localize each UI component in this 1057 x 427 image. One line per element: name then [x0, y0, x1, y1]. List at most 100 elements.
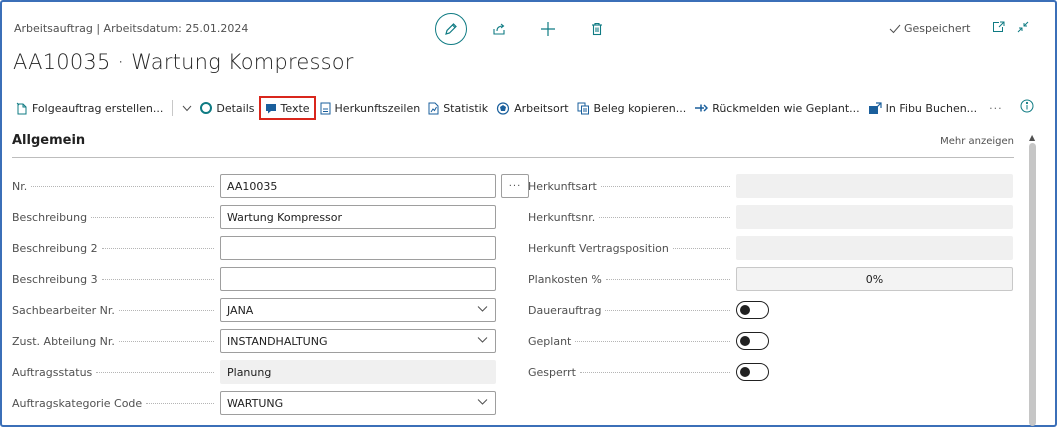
collapse-button[interactable]: [1017, 18, 1029, 37]
field-label: Dauerauftrag: [528, 304, 736, 317]
delete-button[interactable]: [580, 13, 614, 45]
field-row-beschreibung-2: Beschreibung 2: [12, 236, 496, 260]
report-plan-icon: [695, 104, 709, 112]
geplant-toggle[interactable]: [736, 332, 769, 350]
gesperrt-toggle[interactable]: [736, 363, 769, 381]
field-row-auftragskategorie: Auftragskategorie Code WARTUNG: [12, 391, 496, 415]
trash-icon: [592, 22, 602, 36]
location-icon: [496, 101, 510, 115]
action-herkunftszeilen[interactable]: Herkunftszeilen: [316, 96, 425, 120]
field-row-herkunftsart: Herkunftsart: [528, 174, 1013, 198]
action-label: Beleg kopieren...: [593, 101, 687, 115]
auftragskategorie-select[interactable]: WARTUNG: [220, 391, 496, 415]
select-value: WARTUNG: [227, 396, 284, 410]
action-label: Rückmelden wie Geplant...: [712, 101, 860, 115]
new-button[interactable]: [531, 13, 565, 45]
beschreibung-3-input[interactable]: [220, 267, 496, 291]
nr-lookup-button[interactable]: ···: [501, 174, 529, 198]
section-allgemein: Allgemein Mehr anzeigen: [12, 133, 1014, 158]
beschreibung-2-input[interactable]: [220, 236, 496, 260]
field-label: Nr.: [12, 180, 220, 193]
action-label: Herkunftszeilen: [334, 101, 421, 115]
beschreibung-input[interactable]: Wartung Kompressor: [220, 205, 496, 229]
action-folgeauftrag[interactable]: Folgeauftrag erstellen...: [12, 96, 167, 120]
saved-status: Gespeichert: [889, 22, 970, 35]
field-row-herkunft-vertragsposition: Herkunft Vertragsposition: [528, 236, 1013, 260]
action-arbeitsort[interactable]: Arbeitsort: [492, 96, 572, 120]
select-value: JANA: [227, 303, 254, 317]
field-row-abteilung: Zust. Abteilung Nr. INSTANDHALTUNG: [12, 329, 496, 353]
herkunftsnr-value: [736, 205, 1013, 229]
chevron-down-icon: [477, 399, 488, 405]
toggle-knob: [740, 336, 750, 346]
share-icon: [493, 23, 505, 35]
field-label: Herkunftsnr.: [528, 211, 736, 224]
toggle-knob: [740, 367, 750, 377]
action-label: Arbeitsort: [514, 101, 569, 115]
window-controls: [992, 18, 1029, 37]
action-label: Statistik: [443, 101, 489, 115]
field-row-geplant: Geplant: [528, 329, 769, 353]
field-label: Auftragskategorie Code: [12, 397, 220, 410]
section-title[interactable]: Allgemein: [12, 133, 1014, 148]
toggle-knob: [740, 305, 750, 315]
saved-status-label: Gespeichert: [904, 22, 971, 35]
field-row-beschreibung: Beschreibung Wartung Kompressor: [12, 205, 496, 229]
new-document-icon: [16, 102, 27, 114]
more-actions-button[interactable]: ···: [981, 96, 1011, 120]
field-label: Auftragsstatus: [12, 366, 220, 379]
action-statistik[interactable]: Statistik: [424, 96, 492, 120]
plankosten-progress: 0%: [736, 267, 1013, 291]
chevron-down-icon: [183, 105, 192, 111]
action-beleg-kopieren[interactable]: Beleg kopieren...: [573, 96, 691, 120]
action-bar: Folgeauftrag erstellen... Details Texte …: [12, 96, 1037, 120]
edit-button[interactable]: [435, 13, 467, 45]
chevron-down-icon: [477, 306, 488, 312]
chevron-down-icon: [477, 337, 488, 343]
action-expand-dropdown[interactable]: [178, 96, 196, 120]
field-row-plankosten: Plankosten % 0%: [528, 267, 1013, 291]
action-details[interactable]: Details: [196, 96, 258, 120]
abteilung-select[interactable]: INSTANDHALTUNG: [220, 329, 496, 353]
open-new-window-button[interactable]: [992, 18, 1005, 37]
auftragsstatus-value: Planung: [220, 360, 496, 384]
statistics-icon: [428, 102, 439, 114]
details-icon: [200, 102, 213, 114]
nr-input[interactable]: AA10035: [220, 174, 496, 198]
action-rueckmelden[interactable]: Rückmelden wie Geplant...: [690, 96, 863, 120]
action-label: Details: [216, 101, 255, 115]
sachbearbeiter-select[interactable]: JANA: [220, 298, 496, 322]
action-label: Texte: [280, 101, 310, 115]
field-label: Sachbearbeiter Nr.: [12, 304, 220, 317]
field-label: Beschreibung: [12, 211, 220, 224]
field-row-sachbearbeiter: Sachbearbeiter Nr. JANA: [12, 298, 496, 322]
field-label: Beschreibung 2: [12, 242, 220, 255]
field-row-dauerauftrag: Dauerauftrag: [528, 298, 769, 322]
section-divider: [12, 157, 1014, 158]
dauerauftrag-toggle[interactable]: [736, 301, 769, 319]
collapse-icon: [1017, 21, 1029, 33]
scroll-up-arrow[interactable]: ▲: [1029, 133, 1035, 142]
field-label: Geplant: [528, 335, 736, 348]
action-label: In Fibu Buchen...: [885, 101, 978, 115]
herkunftsart-value: [736, 174, 1013, 198]
scrollbar-thumb[interactable]: [1029, 143, 1036, 426]
top-actions: [435, 12, 614, 46]
field-label: Zust. Abteilung Nr.: [12, 335, 220, 348]
field-row-nr: Nr. AA10035 ···: [12, 174, 529, 198]
info-button[interactable]: [1020, 98, 1034, 117]
action-texte[interactable]: Texte: [258, 96, 316, 120]
texts-icon: [265, 104, 276, 114]
window-frame: Arbeitsauftrag | Arbeitsdatum: 25.01.202…: [0, 0, 1057, 427]
herkunft-vertragsposition-value: [736, 236, 1013, 260]
plus-icon: [541, 22, 555, 36]
toolbar-separator: [172, 100, 174, 116]
action-fibu-buchen[interactable]: In Fibu Buchen...: [864, 96, 982, 120]
field-label: Plankosten %: [528, 273, 736, 286]
show-more-link[interactable]: Mehr anzeigen: [940, 136, 1014, 147]
field-label: Herkunft Vertragsposition: [528, 242, 736, 255]
checkmark-icon: [889, 24, 901, 33]
post-icon: [868, 101, 882, 114]
share-button[interactable]: [482, 13, 516, 45]
copy-document-icon: [577, 102, 589, 114]
